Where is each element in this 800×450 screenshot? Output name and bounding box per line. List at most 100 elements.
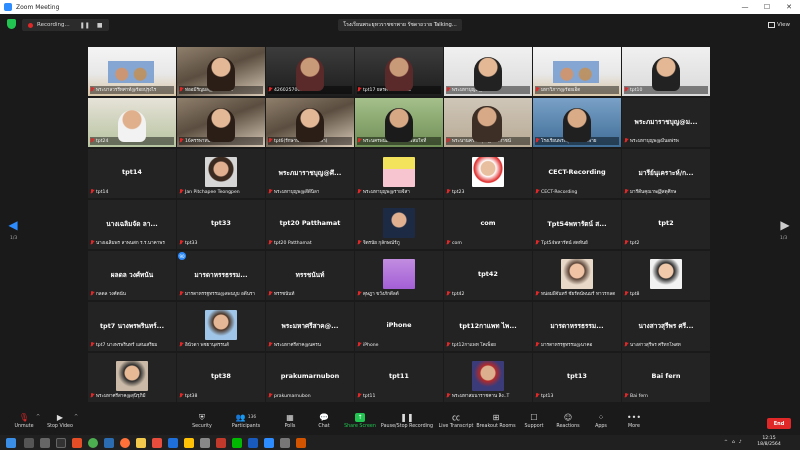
windows-start-icon[interactable] — [6, 438, 16, 448]
participant-tile[interactable]: พระภมาราชบุญ@ม... พระมหาบุญพ@มีนอฟรพ — [622, 98, 710, 147]
outlook-icon[interactable] — [168, 438, 178, 448]
participant-tile[interactable]: หน่อมฝีจันทร์ ชัยรัตน์พนมร์ ทาวรกลด — [533, 251, 621, 300]
task-view-icon[interactable] — [40, 438, 50, 448]
participant-tile[interactable]: tpt2 tpt2 — [622, 200, 710, 249]
participant-tile[interactable]: tpt24 — [88, 98, 176, 147]
live-transcript-button[interactable]: ㏄ Live Transcript — [434, 413, 478, 435]
view-label: View — [777, 22, 791, 28]
participant-tile[interactable]: iPhone iPhone — [355, 302, 443, 351]
line-icon[interactable] — [232, 438, 242, 448]
participant-tile[interactable]: พระมหาศรีสาค@สุนิรุภิมี — [88, 353, 176, 402]
participant-tile[interactable]: Jan Pitchapee Teongpen — [177, 149, 265, 198]
word-icon[interactable] — [248, 438, 258, 448]
participant-tile[interactable]: พระมหาศรีสาค@... พระมหาศรีสาค@นครน — [266, 302, 354, 351]
participant-tile[interactable]: พระบาลวรรีทศาท์@ร้อยปุรุงไร — [88, 47, 176, 96]
microphone-muted-icon — [179, 189, 183, 195]
participant-tile[interactable]: tpt10 — [622, 47, 710, 96]
view-button[interactable]: View — [768, 19, 790, 31]
participant-display-name: tpt12กาแพท ไพ... — [459, 322, 517, 330]
edge-icon[interactable] — [104, 438, 114, 448]
gallery-view-icon — [768, 22, 775, 28]
participant-tile[interactable]: พระนครพนสงศาลตำรวจสมใจที่ — [355, 98, 443, 147]
firefox-icon[interactable] — [120, 438, 130, 448]
participant-tile[interactable]: นางสาวสุรีพร ศรี... นางสาวสุรีพร ศรีทกโพส… — [622, 302, 710, 351]
participant-tile[interactable]: prakumarnubon prakumarnubon — [266, 353, 354, 402]
video-options-caret-icon[interactable]: ^ — [74, 414, 78, 420]
previous-page-arrow-icon[interactable]: ◀ — [8, 218, 18, 232]
security-button[interactable]: ⛨ Security — [180, 413, 224, 435]
participant-tile[interactable]: ดุษฎา ขวังภักดีลต์ — [355, 251, 443, 300]
participant-tile[interactable]: มารดาหรรธรรม... มารดาหรรฐทรรม@นาคอ — [533, 302, 621, 351]
participant-tile[interactable]: มหาวิภาฯ@ร้อยเอ็ด — [533, 47, 621, 96]
participant-name-label: tpt2 — [624, 239, 708, 247]
pause-recording-icon[interactable]: ❚❚ — [80, 22, 90, 29]
participant-tile[interactable]: tpt12กาแพท ไพ... tpt12กาแพท โคเพ็อย — [444, 302, 532, 351]
participant-name-label: นางสาวสุรีพร ศรีทกโพสท — [624, 341, 708, 349]
participant-tile[interactable]: tpt6(รักษาพรม ชยะศึกษา) — [266, 98, 354, 147]
participant-tile[interactable]: tpt8 — [622, 251, 710, 300]
participant-tile[interactable]: tpt7 นางพรพรินทร์... tpt7 นางพรพรินทร์ แส… — [88, 302, 176, 351]
powerpoint-icon[interactable] — [72, 438, 82, 448]
participant-tile[interactable]: CECT-Recording CECT-Recording — [533, 149, 621, 198]
close-window-button[interactable]: ✕ — [778, 0, 800, 14]
participant-tile[interactable]: โรงเรียนพระยุหวราชชาพาย — [533, 98, 621, 147]
participant-tile[interactable]: tpt14 tpt14 — [88, 149, 176, 198]
file-explorer-icon[interactable] — [136, 438, 146, 448]
participant-tile[interactable]: 16ครรพาทบรจตาพาน — [177, 98, 265, 147]
participant-tile[interactable]: ท่ออมีรัญมล@ฯพึ่งง...ส่ง — [177, 47, 265, 96]
participant-tile[interactable]: 4260257002 — [266, 47, 354, 96]
participant-tile[interactable]: พระนานคราชคุณ@วารราชน์ — [444, 98, 532, 147]
participant-tile[interactable]: ทรรชนันท์ ทรรชนันท์ — [266, 251, 354, 300]
search-icon[interactable] — [24, 438, 34, 448]
participant-tile[interactable]: มารีย์นุเคราะห์/ก... มารีดีนคุณาพ@ัสดุศึก… — [622, 149, 710, 198]
media-app-icon[interactable] — [216, 438, 226, 448]
participants-button[interactable]: 👥 136 Participants — [224, 413, 268, 435]
participant-tile[interactable]: tpt11 tpt11 — [355, 353, 443, 402]
microphone-muted-icon — [446, 291, 450, 297]
app-icon[interactable] — [200, 438, 210, 448]
pdf-icon[interactable] — [152, 438, 162, 448]
participant-tile[interactable]: มารดาหรรธรรม... 90 มารดาหรรฐทรรม@ลพนบูบ อด… — [177, 251, 265, 300]
volume-icon[interactable]: ♪ — [739, 440, 742, 445]
maximize-button[interactable]: ☐ — [756, 0, 778, 14]
stop-recording-icon[interactable]: ■ — [97, 22, 103, 29]
next-page-arrow-icon[interactable]: ▶ — [780, 218, 790, 232]
participant-tile[interactable]: tpt23 — [444, 149, 532, 198]
pinned-app-icon[interactable] — [280, 438, 290, 448]
network-icon[interactable]: ⌂ — [732, 440, 735, 445]
terminal-icon[interactable] — [56, 438, 66, 448]
participant-tile[interactable]: tpt13 tpt13 — [533, 353, 621, 402]
zoom-taskbar-icon[interactable] — [264, 438, 274, 448]
participant-tile[interactable]: นางเฉลิมจัด ลา... นางเฉลิมพร ลาพนสก ร.ร.น… — [88, 200, 176, 249]
participant-name: ท่ออมีรัญมล@ฯพึ่งง...ส่ง — [185, 87, 233, 93]
participant-tile[interactable]: จิตรนัย กุลักษณ์ร์ภู — [355, 200, 443, 249]
participant-tile[interactable]: tpt17 ยลรด เทนครวิทย์ — [355, 47, 443, 96]
participant-tile[interactable]: tpt38 tpt38 — [177, 353, 265, 402]
end-meeting-button[interactable]: End — [767, 418, 791, 429]
participant-tile[interactable]: com com — [444, 200, 532, 249]
share-screen-button[interactable]: ↑ Share Screen — [338, 413, 382, 435]
participant-tile[interactable]: พระภมาราชบุญ@ศึ... พระมหาบุญพ@สีดีนิลา — [266, 149, 354, 198]
participant-tile[interactable]: tpt20 Patthamat tpt20 Patthamat — [266, 200, 354, 249]
participant-tile[interactable]: tpt33 tpt33 — [177, 200, 265, 249]
chevron-up-icon[interactable]: ^ — [724, 440, 728, 445]
pinned-app-2-icon[interactable] — [296, 438, 306, 448]
participant-tile[interactable]: Bai fern Bai fern — [622, 353, 710, 402]
pause-stop-recording-button[interactable]: ❚❚ Pause/Stop Recording — [381, 413, 433, 435]
more-button[interactable]: ••• More — [612, 413, 656, 435]
participant-tile[interactable]: tpt42 tpt42 — [444, 251, 532, 300]
chrome-icon[interactable] — [88, 438, 98, 448]
meeting-topbar: Recording... ❚❚ ■ โรงเรียนพระยุหวราชชาพา… — [0, 14, 800, 36]
taskbar-clock[interactable]: 12:15 18/8/2564 — [754, 436, 784, 448]
participant-display-name: tpt14 — [122, 168, 142, 176]
participant-tile[interactable]: พระมหาบุญพ@รายจีสา — [355, 149, 443, 198]
participant-tile[interactable]: อินัวดา พชยานุสรรนส์ — [177, 302, 265, 351]
folder-icon[interactable] — [184, 438, 194, 448]
recording-indicator: Recording... ❚❚ ■ — [22, 19, 109, 31]
participant-tile[interactable]: พระมหาสมนาราชคาน ลิง..T — [444, 353, 532, 402]
minimize-button[interactable]: — — [734, 0, 756, 14]
security-shield-icon[interactable] — [7, 19, 16, 29]
participant-tile[interactable]: Tpt54พหารัตน์ ส... Tpt54พหารัตน์ สดทันย์ — [533, 200, 621, 249]
participant-tile[interactable]: ผลดล วงศ์ทนัน กลดล วงศ์ตนัน — [88, 251, 176, 300]
participant-tile[interactable]: พระมหาบุญพ@ลักวม — [444, 47, 532, 96]
